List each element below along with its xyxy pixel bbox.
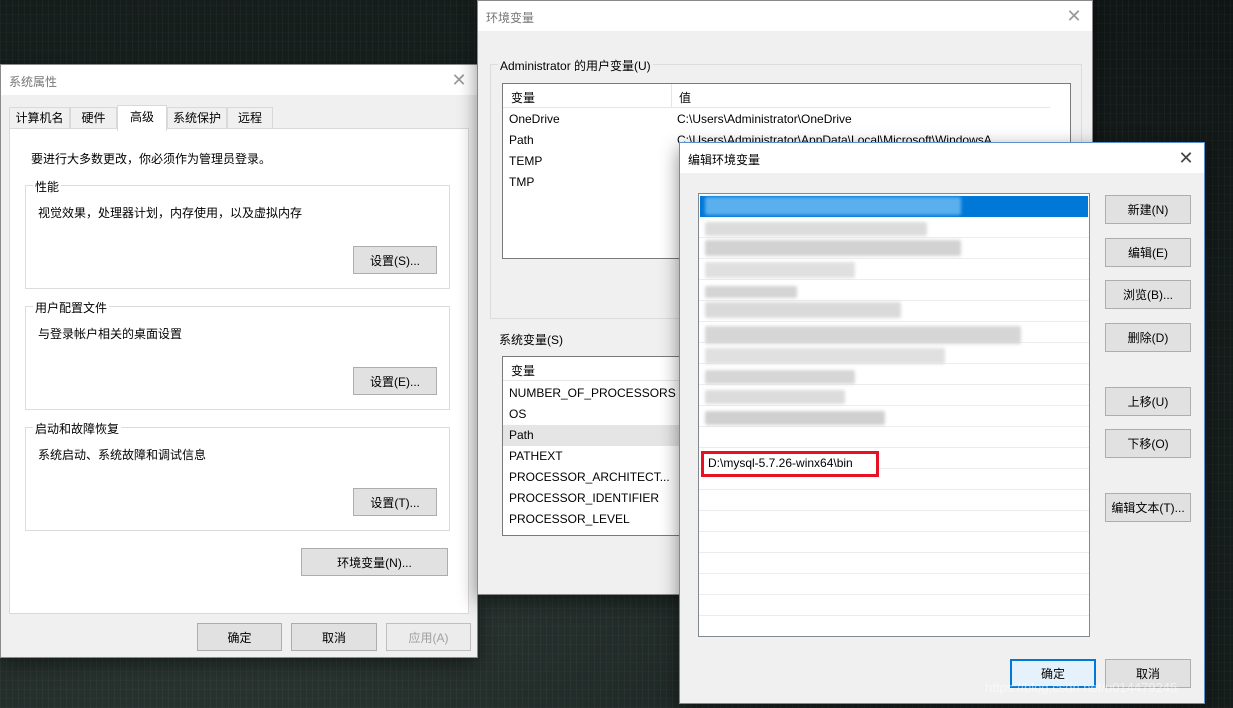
system-properties-window: 系统属性 ✕ 计算机名 硬件 高级 系统保护 远程 要进行大多数更改，你必须作为…	[0, 64, 478, 658]
list-header: 变量 值	[503, 84, 1050, 108]
user-profiles-legend: 用户配置文件	[33, 299, 110, 316]
variable-name: Path	[509, 133, 534, 147]
variable-name: PROCESSOR_ARCHITECT...	[509, 470, 670, 484]
blurred-entry	[705, 390, 845, 404]
tab-advanced[interactable]: 高级	[117, 105, 167, 131]
blurred-entry	[705, 286, 797, 298]
path-entry-mysql[interactable]: D:\mysql-5.7.26-winx64\bin	[701, 451, 879, 477]
delete-button[interactable]: 删除(D)	[1105, 323, 1191, 352]
blurred-entry	[705, 302, 901, 318]
blurred-entry	[705, 326, 1021, 344]
move-down-button[interactable]: 下移(O)	[1105, 429, 1191, 458]
variable-name: Path	[509, 428, 534, 442]
startup-recovery-legend: 启动和故障恢复	[33, 420, 122, 437]
user-profiles-description: 与登录帐户相关的桌面设置	[38, 327, 183, 341]
tab-system-protection[interactable]: 系统保护	[167, 107, 227, 129]
performance-group: 性能 视觉效果，处理器计划，内存使用，以及虚拟内存 设置(S)...	[25, 178, 450, 289]
window-title: 环境变量	[486, 11, 535, 25]
apply-button[interactable]: 应用(A)	[386, 623, 471, 651]
title-bar: 编辑环境变量 ✕	[680, 143, 1204, 173]
tab-remote[interactable]: 远程	[227, 107, 273, 129]
system-variables-legend: 系统变量(S)	[499, 333, 563, 347]
tab-strip: 计算机名 硬件 高级 系统保护 远程	[9, 105, 469, 131]
cancel-button[interactable]: 取消	[291, 623, 377, 651]
column-divider	[671, 84, 672, 108]
performance-settings-button[interactable]: 设置(S)...	[353, 246, 437, 274]
user-profiles-group: 用户配置文件 与登录帐户相关的桌面设置 设置(E)...	[25, 299, 450, 410]
startup-recovery-description: 系统启动、系统故障和调试信息	[38, 448, 207, 462]
variable-name: PROCESSOR_IDENTIFIER	[509, 491, 660, 505]
path-entry-text: D:\mysql-5.7.26-winx64\bin	[708, 456, 853, 470]
tab-label: 硬件	[81, 111, 106, 125]
variable-name: OS	[509, 407, 527, 421]
blurred-entry	[705, 370, 855, 384]
list-item[interactable]: OneDrive C:\Users\Administrator\OneDrive	[503, 109, 1070, 130]
blurred-entry	[705, 348, 945, 364]
row-separators	[699, 217, 1089, 636]
close-icon[interactable]: ✕	[1174, 146, 1198, 170]
startup-recovery-settings-button[interactable]: 设置(T)...	[353, 488, 437, 516]
variable-name: PROCESSOR_LEVEL	[509, 512, 630, 526]
tab-label: 远程	[237, 111, 262, 125]
column-header-variable[interactable]: 变量	[511, 362, 535, 379]
browse-button[interactable]: 浏览(B)...	[1105, 280, 1191, 309]
watermark: https://blog.csdn.net/u014479245	[985, 680, 1178, 695]
variable-name: TEMP	[509, 154, 543, 168]
tab-page-advanced: 要进行大多数更改，你必须作为管理员登录。 性能 视觉效果，处理器计划，内存使用，…	[9, 128, 469, 614]
tab-computer-name[interactable]: 计算机名	[9, 107, 70, 129]
column-header-value[interactable]: 值	[679, 89, 691, 106]
startup-recovery-group: 启动和故障恢复 系统启动、系统故障和调试信息 设置(T)...	[25, 420, 450, 531]
edit-button[interactable]: 编辑(E)	[1105, 238, 1191, 267]
path-entries-list[interactable]: D:\mysql-5.7.26-winx64\bin	[698, 193, 1090, 637]
ok-button[interactable]: 确定	[197, 623, 282, 651]
close-icon[interactable]: ✕	[1062, 4, 1086, 28]
blurred-entry	[705, 222, 927, 236]
new-button[interactable]: 新建(N)	[1105, 195, 1191, 224]
variable-name: OneDrive	[509, 112, 560, 126]
window-title: 系统属性	[9, 75, 58, 89]
variable-name: NUMBER_OF_PROCESSORS	[509, 386, 676, 400]
blurred-entry	[705, 197, 961, 215]
tab-label: 高级	[129, 110, 154, 124]
admin-note: 要进行大多数更改，你必须作为管理员登录。	[31, 152, 272, 166]
title-bar: 环境变量 ✕	[478, 1, 1092, 31]
tab-hardware[interactable]: 硬件	[70, 107, 117, 129]
edit-environment-variable-window: 编辑环境变量 ✕ D:\mysql-5.7.26-winx64\bin 新建(N…	[679, 142, 1205, 704]
move-up-button[interactable]: 上移(U)	[1105, 387, 1191, 416]
blurred-entry	[705, 411, 885, 425]
blurred-entry	[705, 240, 961, 256]
tab-label: 计算机名	[15, 111, 64, 125]
performance-description: 视觉效果，处理器计划，内存使用，以及虚拟内存	[38, 206, 303, 220]
performance-legend: 性能	[33, 178, 62, 195]
close-icon[interactable]: ✕	[447, 68, 471, 92]
user-profiles-settings-button[interactable]: 设置(E)...	[353, 367, 437, 395]
blurred-entry	[705, 262, 855, 278]
variable-name: PATHEXT	[509, 449, 563, 463]
edit-text-button[interactable]: 编辑文本(T)...	[1105, 493, 1191, 522]
column-header-variable[interactable]: 变量	[511, 89, 535, 106]
user-variables-legend: Administrator 的用户变量(U)	[498, 57, 653, 74]
environment-variables-button[interactable]: 环境变量(N)...	[301, 548, 448, 576]
title-bar: 系统属性 ✕	[1, 65, 477, 95]
variable-name: TMP	[509, 175, 535, 189]
variable-value: C:\Users\Administrator\OneDrive	[677, 112, 852, 126]
window-title: 编辑环境变量	[688, 153, 761, 167]
tab-label: 系统保护	[172, 111, 221, 125]
